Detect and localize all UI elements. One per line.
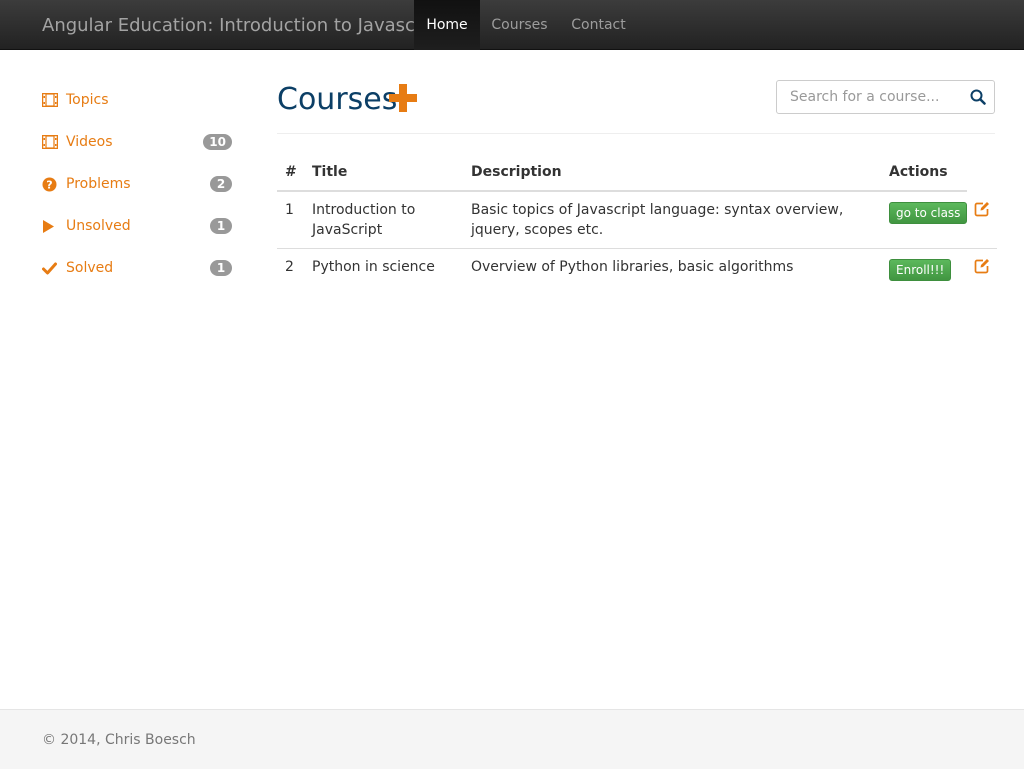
sidebar-item-label: Problems [66, 176, 131, 192]
play-icon [42, 214, 58, 238]
search-icon[interactable] [970, 89, 986, 105]
search-box [776, 80, 995, 114]
count-badge: 1 [210, 218, 232, 234]
navbar: Angular Education: Introduction to Javas… [0, 0, 1024, 50]
svg-text:?: ? [46, 178, 52, 191]
film-icon [42, 88, 58, 112]
count-badge: 2 [210, 176, 232, 192]
sidebar-item-label: Solved [66, 260, 114, 276]
sidebar-item-label: Videos [66, 134, 113, 150]
sidebar-item-topics[interactable]: Topics [42, 88, 232, 112]
brand-link[interactable]: Angular Education: Introduction to Javas… [42, 15, 446, 36]
divider [277, 133, 995, 134]
sidebar-item-videos[interactable]: Videos 10 [42, 130, 232, 154]
page-title: Courses [277, 82, 398, 117]
header-divider [277, 190, 967, 192]
go-to-class-button[interactable]: go to class [889, 202, 968, 224]
course-description: Basic topics of Javascript language: syn… [471, 202, 844, 238]
enroll-button[interactable]: Enroll!!! [889, 259, 952, 281]
nav-home[interactable]: Home [414, 0, 480, 50]
sidebar-item-unsolved[interactable]: Unsolved 1 [42, 214, 232, 238]
row-divider [277, 248, 997, 249]
row-number: 2 [285, 259, 294, 275]
course-title: Introduction to JavaScript [312, 202, 416, 238]
nav-courses[interactable]: Courses [480, 0, 559, 50]
plus-icon[interactable] [388, 83, 418, 113]
sidebar-item-solved[interactable]: Solved 1 [42, 256, 232, 280]
checkmark-icon [42, 256, 58, 280]
edit-icon[interactable] [974, 258, 990, 274]
column-header-description: Description [471, 164, 562, 180]
copyright-text: © 2014, Chris Boesch [42, 732, 196, 748]
search-input[interactable] [777, 81, 962, 113]
count-badge: 10 [203, 134, 232, 150]
column-header-title: Title [312, 164, 348, 180]
course-title: Python in science [312, 259, 435, 275]
sidebar-item-problems[interactable]: ? Problems 2 [42, 172, 232, 196]
column-header-number: # [285, 164, 297, 180]
nav-contact[interactable]: Contact [559, 0, 638, 50]
question-circle-icon: ? [42, 172, 58, 196]
row-number: 1 [285, 202, 294, 218]
edit-icon[interactable] [974, 201, 990, 217]
count-badge: 1 [210, 260, 232, 276]
footer: © 2014, Chris Boesch [0, 709, 1024, 769]
column-header-actions: Actions [889, 164, 948, 180]
course-description: Overview of Python libraries, basic algo… [471, 259, 794, 275]
film-icon [42, 130, 58, 154]
sidebar-item-label: Unsolved [66, 218, 131, 234]
sidebar-item-label: Topics [66, 92, 109, 108]
